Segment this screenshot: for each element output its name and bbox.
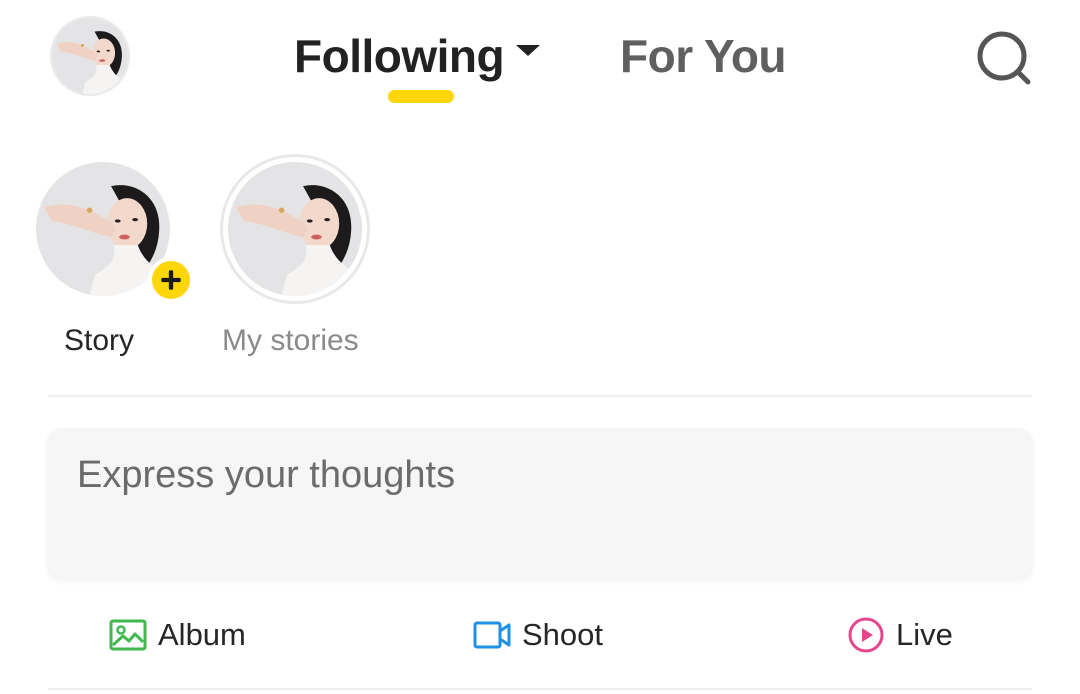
- image-icon: [109, 619, 147, 651]
- profile-avatar[interactable]: [50, 16, 130, 96]
- album-button[interactable]: Album: [108, 610, 246, 660]
- my-stories-avatar: [228, 162, 362, 296]
- story-label: Story: [64, 324, 135, 357]
- my-stories-label: My stories: [222, 324, 359, 357]
- shoot-button[interactable]: Shoot: [472, 610, 603, 660]
- story-my-stories[interactable]: My stories: [220, 154, 370, 357]
- live-button[interactable]: Live: [846, 610, 953, 660]
- tab-following-label: Following: [294, 30, 505, 82]
- video-camera-icon: [473, 621, 511, 649]
- search-icon[interactable]: [970, 24, 1038, 92]
- story-create[interactable]: Story: [30, 154, 194, 357]
- active-tab-indicator: [388, 90, 454, 103]
- caret-down-icon: [516, 44, 541, 56]
- compose-input[interactable]: Express your thoughts: [47, 428, 1033, 580]
- live-label: Live: [896, 617, 953, 652]
- album-label: Album: [158, 617, 246, 652]
- shoot-label: Shoot: [522, 617, 604, 652]
- live-play-icon: [848, 617, 884, 653]
- divider-bottom: [48, 688, 1032, 690]
- plus-icon: [161, 270, 181, 290]
- tab-following[interactable]: Following: [294, 26, 541, 86]
- tab-for-you[interactable]: For You: [620, 26, 787, 86]
- divider: [48, 395, 1032, 397]
- add-story-badge[interactable]: [148, 257, 194, 303]
- compose-placeholder: Express your thoughts: [77, 454, 456, 496]
